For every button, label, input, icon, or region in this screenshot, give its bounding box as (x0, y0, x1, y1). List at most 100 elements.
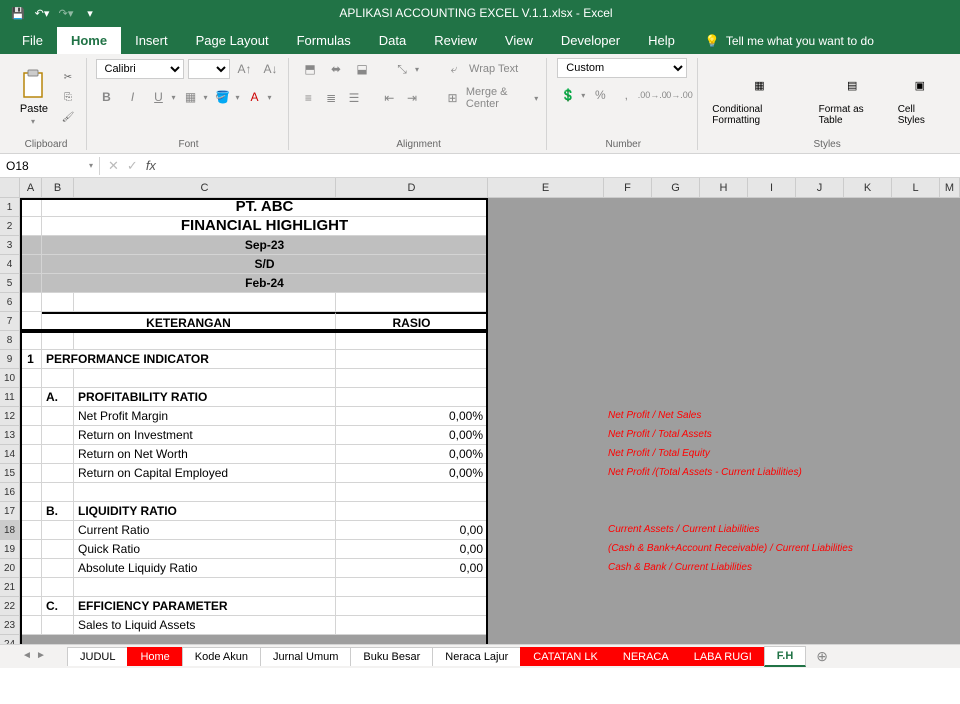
col-header[interactable]: G (652, 178, 700, 197)
orientation-icon[interactable]: ⤡ (391, 58, 413, 80)
row-header[interactable]: 22 (0, 597, 19, 616)
col-header[interactable]: H (700, 178, 748, 197)
col-header[interactable]: K (844, 178, 892, 197)
tab-review[interactable]: Review (420, 27, 491, 54)
col-header[interactable]: D (336, 178, 488, 197)
border-icon[interactable]: ▦ (180, 86, 202, 108)
tab-pagelayout[interactable]: Page Layout (182, 27, 283, 54)
row-header[interactable]: 19 (0, 540, 19, 559)
decrease-font-icon[interactable]: A↓ (260, 58, 282, 80)
format-painter-icon[interactable]: 🖌 (58, 109, 78, 127)
italic-button[interactable]: I (122, 86, 144, 108)
row-header[interactable]: 11 (0, 388, 19, 407)
fontsize-select[interactable]: 11 (188, 59, 230, 79)
sheet-tab-active[interactable]: F.H (764, 646, 807, 667)
align-left-icon[interactable]: ≡ (299, 87, 318, 109)
save-icon[interactable]: 💾 (8, 3, 28, 23)
col-header[interactable]: B (42, 178, 74, 197)
col-header[interactable]: I (748, 178, 796, 197)
align-top-icon[interactable]: ⬒ (299, 58, 321, 80)
add-sheet-icon[interactable]: ⊕ (816, 648, 828, 665)
tab-file[interactable]: File (8, 27, 57, 54)
indent-left-icon[interactable]: ⇤ (380, 87, 399, 109)
tab-data[interactable]: Data (365, 27, 420, 54)
col-header[interactable]: L (892, 178, 940, 197)
cancel-icon[interactable]: ✕ (108, 158, 119, 174)
decrease-decimal-icon[interactable]: .0→.00 (667, 84, 689, 106)
sheet-nav-right-icon[interactable]: ► (34, 650, 48, 664)
tab-insert[interactable]: Insert (121, 27, 182, 54)
row-header[interactable]: 9 (0, 350, 19, 369)
format-table-button[interactable]: ▤Format as Table (815, 68, 890, 128)
row-header[interactable]: 23 (0, 616, 19, 635)
comma-icon[interactable]: , (615, 84, 637, 106)
redo-icon[interactable]: ↷▾ (56, 3, 76, 23)
name-box[interactable]: O18▾ (0, 157, 100, 175)
currency-icon[interactable]: 💲 (557, 84, 579, 106)
increase-font-icon[interactable]: A↑ (234, 58, 256, 80)
percent-icon[interactable]: % (589, 84, 611, 106)
col-header[interactable]: E (488, 178, 604, 197)
row-header[interactable]: 4 (0, 255, 19, 274)
sheet-nav-left-icon[interactable]: ◄ (20, 650, 34, 664)
row-header[interactable]: 1 (0, 198, 19, 217)
tab-formulas[interactable]: Formulas (283, 27, 365, 54)
sheet-tab[interactable]: CATATAN LK (520, 647, 611, 666)
underline-button[interactable]: U (148, 86, 170, 108)
numberformat-select[interactable]: Custom (557, 58, 687, 78)
bold-button[interactable]: B (96, 86, 118, 108)
sheet-tab[interactable]: Kode Akun (182, 647, 261, 666)
row-header[interactable]: 5 (0, 274, 19, 293)
align-bottom-icon[interactable]: ⬓ (351, 58, 373, 80)
row-header[interactable]: 13 (0, 426, 19, 445)
align-right-icon[interactable]: ☰ (345, 87, 364, 109)
row-header[interactable]: 10 (0, 369, 19, 388)
cell[interactable] (20, 198, 42, 217)
col-header[interactable]: M (940, 178, 960, 197)
sheet-tab[interactable]: Neraca Lajur (432, 647, 521, 666)
sheet-tab[interactable]: Jurnal Umum (260, 647, 351, 666)
tab-view[interactable]: View (491, 27, 547, 54)
font-color-icon[interactable]: A (244, 86, 266, 108)
tab-developer[interactable]: Developer (547, 27, 634, 54)
row-header[interactable]: 2 (0, 217, 19, 236)
merge-icon[interactable]: ⊞ (443, 87, 462, 109)
row-header[interactable]: 8 (0, 331, 19, 350)
enter-icon[interactable]: ✓ (127, 158, 138, 174)
col-header[interactable]: A (20, 178, 42, 197)
col-header[interactable]: J (796, 178, 844, 197)
cell-styles-button[interactable]: ▣Cell Styles (894, 68, 946, 128)
row-header[interactable]: 21 (0, 578, 19, 597)
row-header[interactable]: 14 (0, 445, 19, 464)
row-header[interactable]: 6 (0, 293, 19, 312)
fx-icon[interactable]: fx (146, 158, 156, 173)
sheet-tab[interactable]: NERACA (610, 647, 682, 666)
tab-home[interactable]: Home (57, 27, 121, 54)
cut-icon[interactable]: ✂ (58, 69, 78, 87)
sheet-tab[interactable]: JUDUL (67, 647, 128, 666)
row-header[interactable]: 15 (0, 464, 19, 483)
tab-help[interactable]: Help (634, 27, 689, 54)
cell[interactable]: PT. ABC (42, 198, 488, 217)
sheet-tab[interactable]: LABA RUGI (681, 647, 765, 666)
undo-icon[interactable]: ↶▾ (32, 3, 52, 23)
row-header[interactable]: 7 (0, 312, 19, 331)
tell-me[interactable]: 💡 Tell me what you want to do (699, 28, 880, 54)
row-header[interactable]: 24 (0, 635, 19, 644)
row-header[interactable]: 16 (0, 483, 19, 502)
row-header[interactable]: 18 (0, 521, 19, 540)
cond-format-button[interactable]: ▦Conditional Formatting (708, 68, 810, 128)
align-middle-icon[interactable]: ⬌ (325, 58, 347, 80)
copy-icon[interactable]: ⎘ (58, 89, 78, 107)
row-header[interactable]: 3 (0, 236, 19, 255)
align-center-icon[interactable]: ≣ (322, 87, 341, 109)
font-select[interactable]: Calibri (96, 59, 184, 79)
col-header[interactable]: C (74, 178, 336, 197)
formula-bar[interactable] (164, 157, 960, 175)
row-header[interactable]: 20 (0, 559, 19, 578)
sheet-tab[interactable]: Home (127, 647, 182, 666)
select-all[interactable] (0, 178, 19, 198)
paste-button[interactable]: Paste ▾ (14, 67, 54, 128)
wrap-icon[interactable]: ⤶ (443, 58, 465, 80)
cell[interactable]: FINANCIAL HIGHLIGHT (42, 217, 488, 236)
